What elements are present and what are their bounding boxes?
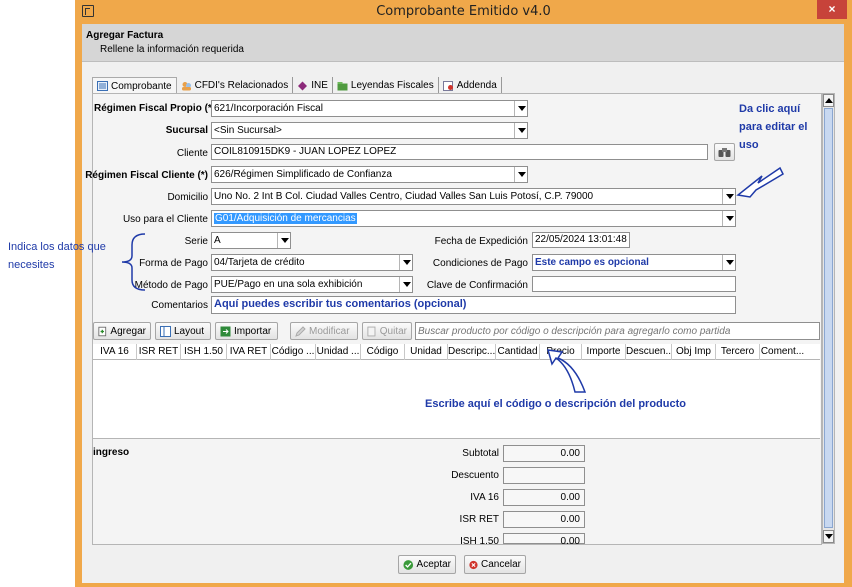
brace-icon <box>121 233 146 291</box>
arrow-icon <box>736 166 784 198</box>
arrow-icon <box>546 349 587 393</box>
annotation-overlay <box>121 166 784 393</box>
